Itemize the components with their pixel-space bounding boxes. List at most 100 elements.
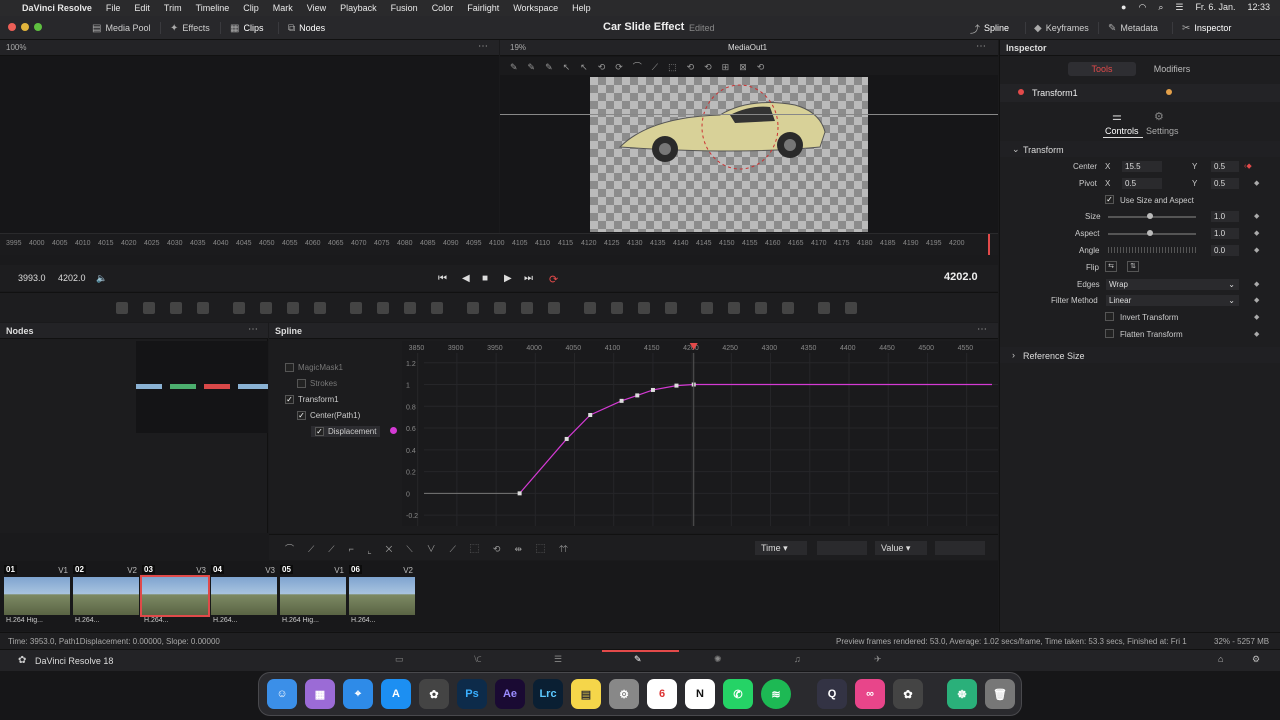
play-icon[interactable]: ▶ — [504, 273, 512, 284]
menu-edit[interactable]: Edit — [134, 3, 150, 13]
tool-media-out-icon[interactable] — [431, 302, 443, 314]
wifi-icon[interactable]: ◠ — [1138, 2, 1146, 13]
photoshop-icon[interactable]: Ps — [457, 679, 487, 709]
right-zoom[interactable]: 19% — [510, 43, 526, 52]
clips-button[interactable]: ▦ Clips — [230, 20, 263, 36]
keyframes-button[interactable]: ◆ Keyframes — [1034, 20, 1089, 36]
use-size-checkbox[interactable]: ✓ — [1105, 195, 1114, 204]
center-y-field[interactable]: 0.5 — [1211, 161, 1239, 172]
clip-thumbnail[interactable]: 06 V2 H.264... — [349, 565, 415, 627]
edit-page-icon[interactable]: ☰ — [554, 654, 562, 665]
start-time[interactable]: 3993.0 — [18, 273, 46, 283]
checkbox[interactable]: ✓ — [315, 427, 324, 436]
keyframe-point[interactable] — [564, 436, 569, 441]
spotify-icon[interactable]: ≋ — [761, 679, 791, 709]
clip-thumbnail[interactable]: 02 V2 H.264... — [73, 565, 139, 627]
pivot-x-field[interactable]: 0.5 — [1122, 178, 1162, 189]
node-tile[interactable] — [170, 384, 196, 389]
tools-tab[interactable]: Tools — [1068, 62, 1136, 76]
fusion-page-icon[interactable]: ✎ — [634, 654, 642, 665]
angle-dial[interactable] — [1108, 247, 1196, 253]
tool-glow-icon[interactable] — [314, 302, 326, 314]
keyframe-diamond-icon[interactable]: ‹◆ — [1244, 162, 1252, 170]
more-options-icon[interactable]: ⋯ — [976, 41, 986, 52]
keyframe-point[interactable] — [619, 398, 624, 403]
go-to-start-icon[interactable]: ⏮ — [438, 273, 447, 284]
keyframe-point[interactable] — [674, 383, 679, 388]
settings-tab[interactable]: Settings — [1146, 126, 1179, 136]
tool-particles-b-icon[interactable] — [611, 302, 623, 314]
flip-vertical-icon[interactable]: ⇅ — [1127, 261, 1139, 272]
search-icon[interactable]: ⌕ — [1158, 2, 1163, 13]
close-window-icon[interactable] — [8, 23, 16, 31]
tree-transform[interactable]: ✓ Transform1 — [285, 395, 339, 404]
nodes-button[interactable]: ⧉ Nodes — [288, 20, 325, 36]
tool-text-icon[interactable] — [170, 302, 182, 314]
aspect-slider-knob[interactable] — [1147, 230, 1153, 236]
tool-polyline-icon[interactable] — [521, 302, 533, 314]
tool-background-icon[interactable] — [116, 302, 128, 314]
tool-merge-icon[interactable] — [377, 302, 389, 314]
size-slider-knob[interactable] — [1147, 213, 1153, 219]
settings-gear-icon[interactable]: ⚙ — [1252, 654, 1260, 665]
go-to-end-icon[interactable]: ⏭ — [524, 273, 533, 284]
value-dropdown[interactable]: Value ▾ — [875, 541, 927, 555]
keyframe-diamond-icon[interactable]: ◆ — [1254, 280, 1259, 288]
tool-rectangle-icon[interactable] — [467, 302, 479, 314]
spline-panel[interactable]: Spline ⋯ MagicMask1 Strokes ✓ Transform1 … — [269, 323, 998, 533]
quicktime-icon[interactable]: Q — [817, 679, 847, 709]
flatten-checkbox[interactable] — [1105, 329, 1114, 338]
metadata-button[interactable]: ✎ Metadata — [1108, 20, 1158, 36]
keyframe-diamond-icon[interactable]: ◆ — [1254, 246, 1259, 254]
media-pool-button[interactable]: ▤ Media Pool — [92, 20, 150, 36]
keyframe-diamond-icon[interactable]: ◆ — [1254, 313, 1259, 321]
zoom-window-icon[interactable] — [34, 23, 42, 31]
loop-icon[interactable]: ⟳ — [549, 273, 558, 286]
spline-tool-icons[interactable]: ⌒⟋⟋⌐⌞✕⟍∨⟋⬚⟲⇹⬚⇈ — [285, 542, 582, 555]
inspector-button[interactable]: ✂ Inspector — [1182, 20, 1231, 36]
notes-icon[interactable]: ▤ — [571, 679, 601, 709]
menu-clip[interactable]: Clip — [243, 3, 259, 13]
spline-button[interactable]: ⤴ Spline — [970, 20, 1009, 36]
filter-select[interactable]: Linear ⌄ — [1106, 295, 1239, 306]
system-settings-icon[interactable]: ⚙ — [609, 679, 639, 709]
playhead[interactable] — [988, 234, 990, 255]
tool-shape-g-icon[interactable] — [845, 302, 857, 314]
size-field[interactable]: 1.0 — [1211, 211, 1239, 222]
angle-field[interactable]: 0.0 — [1211, 245, 1239, 256]
transform-section[interactable]: ⌄ Transform — [1000, 141, 1280, 157]
viewer-canvas[interactable] — [590, 77, 868, 232]
aspect-field[interactable]: 1.0 — [1211, 228, 1239, 239]
tool-blur-icon[interactable] — [350, 302, 362, 314]
tool-shape-a-icon[interactable] — [665, 302, 677, 314]
clip-thumbnail[interactable]: 01 V1 H.264 Hig... — [4, 565, 70, 627]
more-options-icon[interactable]: ⋯ — [248, 324, 258, 335]
home-icon[interactable]: ⌂ — [1218, 654, 1223, 664]
trash-icon[interactable]: 🗑 — [985, 679, 1015, 709]
clip-thumbnail[interactable]: 03 V3 H.264... — [140, 565, 210, 627]
checkbox[interactable] — [297, 379, 306, 388]
node-tile[interactable] — [204, 384, 230, 389]
checkbox[interactable]: ✓ — [297, 411, 306, 420]
left-viewer[interactable]: 100% ⋯ — [0, 40, 499, 233]
flip-horizontal-icon[interactable]: ⇆ — [1105, 261, 1117, 272]
menu-fairlight[interactable]: Fairlight — [467, 3, 499, 13]
right-viewer[interactable]: 19% MediaOut1 ⋯ ✎✎✎↖↖⟲⟳⌒⟋⬚⟲⟲⊞⊠⟲ — [500, 40, 998, 233]
record-icon[interactable]: ● — [1121, 2, 1126, 13]
keyframe-point[interactable] — [517, 491, 522, 496]
brain-app-icon[interactable]: ☸ — [947, 679, 977, 709]
minimize-window-icon[interactable] — [21, 23, 29, 31]
media-page-icon[interactable]: ▭ — [395, 654, 404, 665]
more-options-icon[interactable]: ⋯ — [977, 324, 987, 335]
left-zoom[interactable]: 100% — [6, 43, 26, 52]
reference-size-section[interactable]: › Reference Size — [1000, 347, 1280, 363]
clip-thumbnail[interactable]: 04 V3 H.264... — [211, 565, 277, 627]
after-effects-icon[interactable]: Ae — [495, 679, 525, 709]
keyframe-diamond-icon[interactable]: ◆ — [1254, 296, 1259, 304]
keyframe-point[interactable] — [650, 387, 655, 392]
app-store-icon[interactable]: A — [381, 679, 411, 709]
davinci-icon[interactable]: ✿ — [419, 679, 449, 709]
safari-icon[interactable]: ⌖ — [343, 679, 373, 709]
tool-paint-icon[interactable] — [143, 302, 155, 314]
creative-cloud-icon[interactable]: ∞ — [855, 679, 885, 709]
